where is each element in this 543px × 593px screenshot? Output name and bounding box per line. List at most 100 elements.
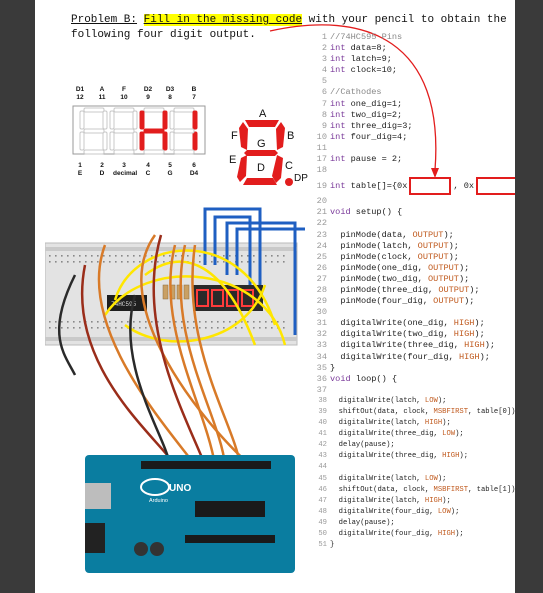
breadboard-hole bbox=[139, 261, 141, 263]
breadboard-hole bbox=[217, 327, 219, 329]
breadboard-hole bbox=[85, 255, 87, 257]
digit-1-segment-g bbox=[83, 128, 105, 134]
digit-2-segment-f bbox=[109, 110, 115, 130]
code-line: 26 pinMode(one_dig, OUTPUT); bbox=[311, 263, 515, 274]
digit-2-segment-b bbox=[132, 110, 138, 130]
breadboard-hole bbox=[127, 255, 129, 257]
line-number: 20 bbox=[316, 196, 327, 207]
answer-box-1[interactable] bbox=[409, 176, 452, 195]
breadboard-hole bbox=[103, 327, 105, 329]
problem-label: Problem B: bbox=[71, 14, 138, 26]
line-number: 38 bbox=[318, 396, 327, 405]
digit-4-segment-c bbox=[192, 131, 198, 151]
breadboard-hole bbox=[205, 321, 207, 323]
code-text: digitalWrite(four_dig, HIGH); bbox=[330, 351, 490, 362]
breadboard-hole bbox=[181, 321, 183, 323]
breadboard-hole bbox=[115, 327, 117, 329]
line-number: 46 bbox=[318, 485, 327, 494]
top_nums-0: 12 bbox=[76, 94, 84, 101]
breadboard-hole bbox=[277, 255, 279, 257]
breadboard-hole bbox=[49, 255, 51, 257]
breadboard-hole bbox=[259, 321, 261, 323]
breadboard-hole bbox=[73, 261, 75, 263]
breadboard-hole bbox=[97, 321, 99, 323]
line-number: 19 bbox=[316, 181, 327, 192]
breadboard-hole bbox=[259, 327, 261, 329]
breadboard-hole bbox=[211, 261, 213, 263]
top_names-4: D3 bbox=[165, 86, 175, 93]
top_names-2: F bbox=[122, 86, 126, 93]
code-line: 27 pinMode(two_dig, OUTPUT); bbox=[311, 274, 515, 285]
line-number: 49 bbox=[318, 518, 327, 527]
digit-1-segment-f bbox=[79, 110, 85, 130]
line-number: 30 bbox=[316, 307, 327, 318]
code-line: 1//74HC595 Pins bbox=[311, 32, 515, 43]
line-number: 18 bbox=[316, 165, 327, 176]
code-text: //74HC595 Pins bbox=[330, 32, 403, 42]
line-number: 28 bbox=[316, 284, 327, 295]
code-text: int four_dig=4; bbox=[330, 131, 408, 142]
answer-box-2[interactable] bbox=[476, 176, 515, 195]
breadboard-hole bbox=[121, 255, 123, 257]
code-text: digitalWrite(latch, LOW); bbox=[330, 396, 447, 405]
breadboard-hole bbox=[253, 255, 255, 257]
breadboard-hole bbox=[109, 321, 111, 323]
code-text: digitalWrite(latch, HIGH); bbox=[330, 419, 451, 428]
top_nums-4: 8 bbox=[168, 94, 172, 101]
code-line: 34 digitalWrite(four_dig, HIGH); bbox=[311, 352, 515, 363]
breadboard-hole bbox=[241, 261, 243, 263]
breadboard-hole bbox=[241, 255, 243, 257]
line-number: 4 bbox=[321, 65, 327, 76]
arduino-uno-label: UNO bbox=[169, 483, 191, 494]
breadboard-hole bbox=[55, 261, 57, 263]
code-text: pinMode(clock, OUTPUT); bbox=[330, 251, 459, 262]
segment-dp-label: DP bbox=[294, 173, 308, 184]
code-text: digitalWrite(four_dig, HIGH); bbox=[330, 530, 464, 539]
breadboard-hole bbox=[61, 261, 63, 263]
top_nums-1: 11 bbox=[98, 94, 106, 101]
top_names-3: D2 bbox=[143, 86, 153, 93]
code-line: 23 pinMode(data, OUTPUT); bbox=[311, 230, 515, 241]
digit-1-segment-b bbox=[102, 110, 108, 130]
code-line: 8 int two_dig=2; bbox=[311, 110, 515, 121]
problem-text-line2: following four digit output. bbox=[71, 29, 256, 41]
breadboard-circuit-illustration: 74HC595 UNO Arduino bbox=[45, 207, 305, 573]
breadboard-hole bbox=[61, 321, 63, 323]
breadboard-hole bbox=[79, 261, 81, 263]
top_nums-2: 10 bbox=[120, 94, 128, 101]
digit-1-segment-d bbox=[83, 149, 105, 155]
code-line: 5 bbox=[311, 76, 515, 87]
segment-e-label: E bbox=[229, 154, 237, 166]
breadboard-hole bbox=[61, 255, 63, 257]
breadboard-hole bbox=[283, 261, 285, 263]
breadboard-hole bbox=[97, 261, 99, 263]
breadboard-hole bbox=[253, 261, 255, 263]
segment-f-label: F bbox=[231, 130, 238, 142]
digit-1-segment-c bbox=[102, 131, 108, 151]
digit-2-segment-e bbox=[109, 131, 115, 151]
breadboard-hole bbox=[79, 327, 81, 329]
problem-highlight: Fill in the missing code bbox=[143, 14, 303, 26]
bottom_names-5: D4 bbox=[189, 170, 199, 177]
breadboard-hole bbox=[139, 321, 141, 323]
digit-1-segment-e bbox=[79, 131, 85, 151]
breadboard-hole bbox=[91, 261, 93, 263]
breadboard-hole bbox=[139, 327, 141, 329]
breadboard-hole bbox=[187, 255, 189, 257]
bottom_nums-1: 2 bbox=[100, 162, 104, 169]
breadboard-hole bbox=[247, 321, 249, 323]
code-text: delay(pause); bbox=[330, 518, 395, 527]
breadboard-hole bbox=[163, 321, 165, 323]
line-number: 1 bbox=[321, 32, 327, 42]
code-line: 3 int latch=9; bbox=[311, 54, 515, 65]
code-line: 24 pinMode(latch, OUTPUT); bbox=[311, 241, 515, 252]
breadboard-hole bbox=[229, 255, 231, 257]
code-text: digitalWrite(three_dig, HIGH); bbox=[330, 340, 496, 351]
code-line: 11 bbox=[311, 143, 515, 154]
code-line: 38 digitalWrite(latch, LOW); bbox=[311, 396, 515, 407]
breadboard-hole bbox=[109, 255, 111, 257]
breadboard-hole bbox=[199, 255, 201, 257]
code-text: int one_dig=1; bbox=[330, 98, 403, 109]
code-line: 7 int one_dig=1; bbox=[311, 99, 515, 110]
breadboard-hole bbox=[271, 261, 273, 263]
